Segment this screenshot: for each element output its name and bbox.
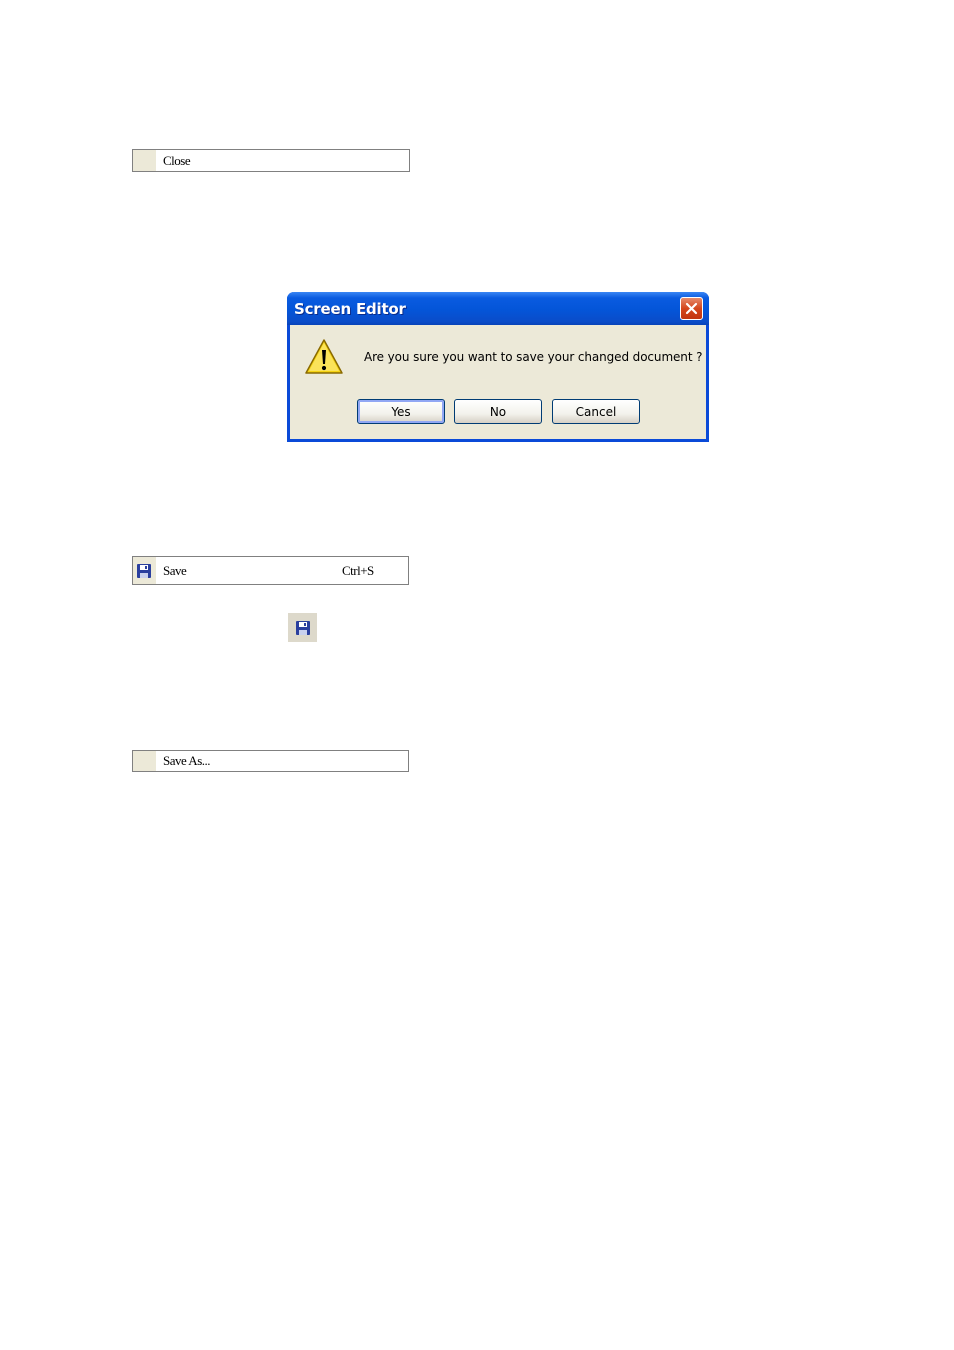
floppy-disk-icon (137, 563, 151, 578)
menu-item-save-shortcut: Ctrl+S (342, 562, 374, 578)
menu-item-save-label: Save (163, 562, 187, 578)
menu-item-close[interactable]: Close (132, 149, 410, 172)
cancel-button[interactable]: Cancel (552, 399, 640, 424)
dialog-title: Screen Editor (294, 300, 406, 318)
menu-item-gutter (133, 150, 156, 171)
dialog-titlebar[interactable]: Screen Editor (287, 292, 709, 325)
warning-icon (305, 339, 343, 374)
menu-item-save-as[interactable]: Save As... (132, 750, 409, 772)
yes-button[interactable]: Yes (357, 399, 445, 424)
menu-item-save[interactable]: Save Ctrl+S (132, 556, 409, 585)
no-button[interactable]: No (454, 399, 542, 424)
dialog-close-button[interactable] (680, 297, 703, 320)
menu-item-close-label: Close (163, 152, 191, 168)
dialog-message: Are you sure you want to save your chang… (364, 350, 703, 364)
menu-item-gutter (133, 557, 156, 584)
toolbar-save-button[interactable] (288, 613, 317, 642)
menu-item-gutter (133, 751, 156, 771)
save-confirm-dialog: Screen Editor Are you sure you want to s… (287, 292, 709, 442)
floppy-disk-icon (295, 620, 310, 635)
menu-item-save-as-label: Save As... (163, 753, 211, 768)
close-icon (685, 302, 698, 315)
